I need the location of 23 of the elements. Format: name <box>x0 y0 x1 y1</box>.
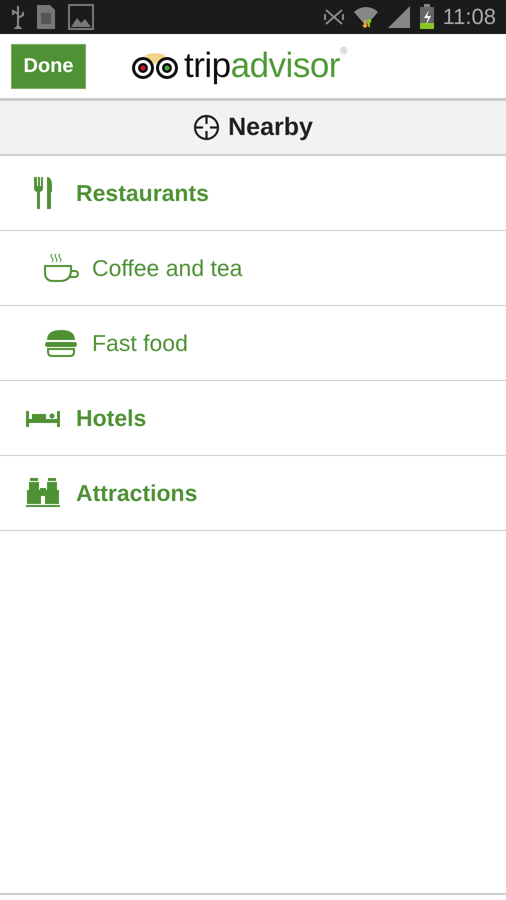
burger-icon <box>44 329 78 357</box>
usb-icon <box>10 5 26 29</box>
logo-wordmark: tripadvisor$^{®}$ <box>184 46 347 86</box>
list-item[interactable]: Fast food <box>0 306 506 381</box>
mute-icon <box>322 7 345 27</box>
list-item[interactable]: Restaurants <box>0 156 506 231</box>
clock-time: 11:08 <box>442 4 496 30</box>
fork-knife-icon <box>33 176 53 210</box>
list-item[interactable]: Attractions <box>0 456 506 531</box>
done-button[interactable]: Done <box>11 44 86 88</box>
owl-logo-icon <box>130 52 180 80</box>
bed-icon <box>26 409 60 427</box>
section-title: Nearby <box>228 113 313 142</box>
battery-icon <box>418 4 435 30</box>
wifi-icon <box>352 4 379 30</box>
image-icon <box>68 4 94 30</box>
signal-icon <box>386 5 411 29</box>
crosshair-icon <box>193 114 220 141</box>
sim-card-icon <box>36 4 58 30</box>
list-item[interactable]: Coffee and tea <box>0 231 506 306</box>
list-item[interactable]: Hotels <box>0 381 506 456</box>
cup-icon <box>43 253 79 283</box>
binoculars-icon <box>26 478 60 508</box>
